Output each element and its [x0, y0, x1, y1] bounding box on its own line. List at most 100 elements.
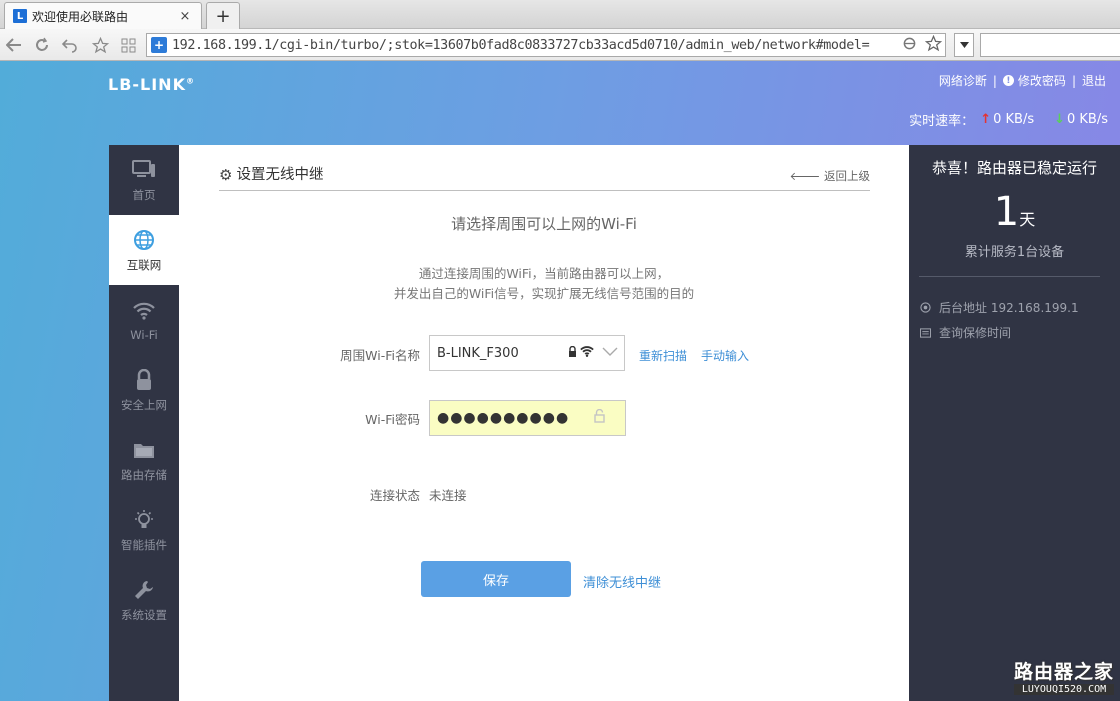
url-text[interactable]: 192.168.199.1/cgi-bin/turbo/;stok=13607b…	[172, 38, 903, 53]
save-button[interactable]: 保存	[421, 561, 571, 597]
watermark-title: 路由器之家	[1013, 661, 1114, 683]
warranty-row[interactable]: 查询保修时间	[919, 324, 1011, 341]
chevron-down-icon[interactable]	[602, 345, 624, 361]
tab-title: 欢迎使用必联路由	[32, 9, 129, 24]
router-admin-page: LB-LINK® 网络诊断 | ! 修改密码 | 退出 实时速率： ↑ 0 KB…	[0, 61, 1120, 701]
ssid-value: B-LINK_F300	[437, 345, 519, 361]
url-dropdown-icon[interactable]	[954, 33, 974, 57]
globe-icon	[132, 228, 156, 252]
speed-label: 实时速率：	[909, 114, 975, 129]
uptime-days: 1天	[909, 189, 1120, 235]
sidebar-item-settings[interactable]: 系统设置	[109, 565, 179, 635]
target-icon	[919, 302, 931, 314]
sidebar-item-security[interactable]: 安全上网	[109, 355, 179, 425]
watermark: 路由器之家 LUYOUQI520.COM	[1013, 657, 1114, 695]
download-speed: 0 KB/s	[1067, 112, 1108, 127]
back-link-label: 返回上级	[824, 169, 870, 183]
security-shield-icon: +	[151, 37, 167, 53]
sidebar-item-wifi[interactable]: Wi-Fi	[109, 285, 179, 355]
sidebar-item-plugins[interactable]: 智能插件	[109, 495, 179, 565]
main-panel: ⚙ 设置无线中继 🡐 返回上级 请选择周围可以上网的Wi-Fi 通过连接周围的W…	[179, 145, 909, 701]
grid-apps-icon[interactable]	[118, 35, 138, 55]
sidebar-item-label: 首页	[132, 187, 156, 202]
sidebar-item-label: 路由存储	[121, 467, 167, 482]
bulb-icon	[132, 508, 156, 532]
password-input[interactable]: ●●●●●●●●●●	[429, 400, 626, 436]
gear-icon: ⚙	[219, 166, 233, 184]
logo-text: LB-LINK	[108, 75, 186, 94]
status-title: 恭喜！路由器已稳定运行	[931, 159, 1097, 177]
back-link[interactable]: 🡐 返回上级	[790, 168, 871, 184]
page-title: 设置无线中继	[236, 167, 324, 183]
status-value: 未连接	[429, 488, 467, 503]
signal-wifi-icon	[580, 346, 594, 360]
link-separator: |	[1071, 73, 1076, 88]
top-links: 网络诊断 | ! 修改密码 | 退出	[939, 72, 1106, 89]
refresh-icon[interactable]	[32, 35, 52, 55]
description-line-2: 并发出自己的WiFi信号，实现扩展无线信号范围的目的	[393, 286, 695, 301]
sidebar-item-label: Wi-Fi	[130, 327, 158, 342]
sidebar-item-label: 智能插件	[121, 537, 167, 552]
browser-navbar: + 192.168.199.1/cgi-bin/turbo/;stok=1360…	[0, 29, 1120, 61]
status-label: 连接状态	[369, 488, 420, 503]
wrench-icon	[132, 578, 156, 602]
address-bar[interactable]: + 192.168.199.1/cgi-bin/turbo/;stok=1360…	[146, 33, 946, 57]
lock-icon	[132, 368, 156, 392]
network-diagnose-link[interactable]: 网络诊断	[939, 72, 987, 89]
status-panel: 恭喜！路由器已稳定运行 1天 累计服务1台设备 后台地址 192.168.199…	[909, 145, 1120, 701]
sidebar-item-home[interactable]: 首页	[109, 145, 179, 215]
back-arrow-icon[interactable]	[4, 35, 24, 55]
site-favicon-icon: L	[13, 9, 27, 23]
description-line-1: 通过连接周围的WiFi，当前路由器可以上网，	[418, 266, 670, 281]
sidebar-item-label: 安全上网	[121, 397, 167, 412]
back-arrow-icon: 🡐	[789, 169, 824, 183]
change-password-link[interactable]: 修改密码	[1018, 72, 1066, 89]
search-input[interactable]	[980, 33, 1120, 57]
logout-link[interactable]: 退出	[1082, 72, 1106, 89]
admin-address-row: 后台地址 192.168.199.1	[919, 299, 1079, 316]
sidebar-nav: 首页 互联网 Wi-Fi 安全上网 路由存储 智能插件 系统设置	[109, 145, 179, 701]
bookmark-star-icon[interactable]	[924, 34, 945, 56]
card-icon	[919, 327, 931, 339]
ssid-select[interactable]: B-LINK_F300	[429, 335, 625, 371]
browser-tabbar: L 欢迎使用必联路由 × +	[0, 0, 1120, 29]
clear-repeater-link[interactable]: 清除无线中继	[583, 572, 661, 591]
upload-arrow-icon: ↑	[980, 112, 992, 127]
password-label: Wi-Fi密码	[365, 412, 420, 427]
section-heading: 请选择周围可以上网的Wi-Fi	[451, 215, 637, 233]
info-icon: !	[1002, 75, 1014, 86]
new-tab-button[interactable]: +	[206, 2, 240, 29]
sidebar-item-label: 互联网	[126, 257, 162, 272]
warranty-link[interactable]: 查询保修时间	[939, 324, 1011, 341]
manual-input-button[interactable]: 手动输入	[701, 347, 749, 364]
admin-address: 后台地址 192.168.199.1	[939, 301, 1079, 315]
folder-icon	[132, 438, 156, 462]
uptime-days-value: 1	[993, 189, 1020, 235]
ie-compat-icon[interactable]	[903, 37, 917, 53]
download-arrow-icon: ↓	[1054, 112, 1065, 127]
realtime-speed: 实时速率： ↑ 0 KB/s ↓ 0 KB/s	[909, 110, 1108, 129]
sidebar-item-storage[interactable]: 路由存储	[109, 425, 179, 495]
browser-tab[interactable]: L 欢迎使用必联路由 ×	[4, 2, 202, 29]
divider	[919, 276, 1100, 277]
sidebar-item-label: 系统设置	[121, 607, 167, 622]
encrypted-lock-icon	[568, 345, 577, 360]
unlock-icon[interactable]	[594, 408, 605, 427]
tab-close-icon[interactable]: ×	[177, 8, 193, 24]
panel-header: ⚙ 设置无线中继 🡐 返回上级	[219, 166, 870, 191]
ssid-label: 周围Wi-Fi名称	[340, 348, 420, 363]
upload-speed: 0 KB/s	[993, 112, 1035, 127]
link-separator: |	[992, 73, 997, 88]
favorite-star-icon[interactable]	[90, 35, 110, 55]
rescan-button[interactable]: 重新扫描	[639, 347, 687, 364]
sidebar-item-internet[interactable]: 互联网	[109, 215, 179, 285]
brand-logo: LB-LINK®	[108, 75, 195, 94]
logo-registered-mark: ®	[185, 76, 195, 86]
section-description: 通过连接周围的WiFi，当前路由器可以上网， 并发出自己的WiFi信号，实现扩展…	[179, 264, 909, 304]
monitor-icon	[132, 158, 156, 182]
watermark-url: LUYOUQI520.COM	[1013, 684, 1114, 695]
uptime-days-unit: 天	[1019, 210, 1036, 229]
undo-icon[interactable]	[60, 35, 80, 55]
served-devices: 累计服务1台设备	[964, 245, 1065, 260]
password-value: ●●●●●●●●●●	[437, 410, 570, 426]
